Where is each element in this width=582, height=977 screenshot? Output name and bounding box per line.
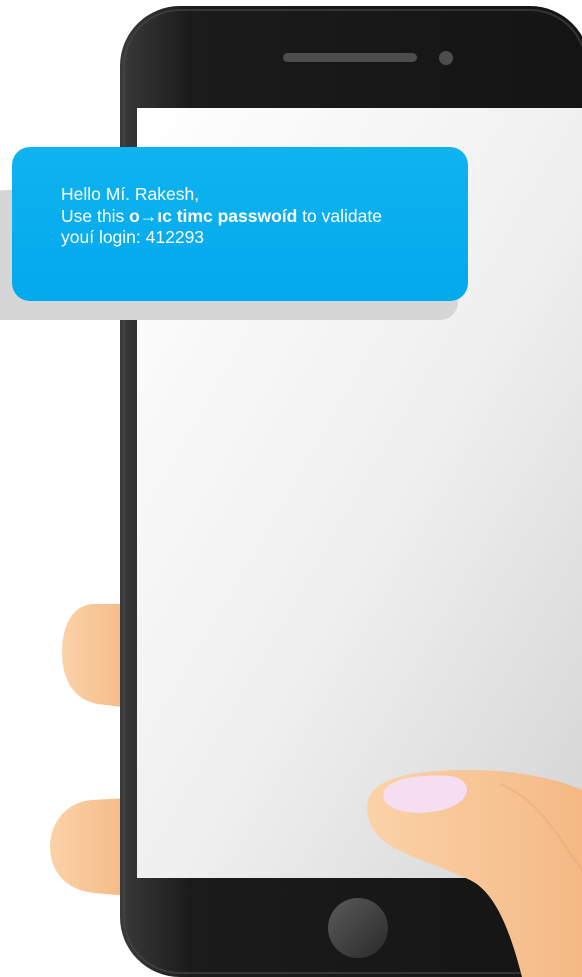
message-otp-code-line: youí login: 412293 [61, 227, 205, 247]
message-line-2-suffix: to validate [297, 205, 382, 226]
home-button-icon [328, 898, 388, 958]
message-line-2-prefix: Use this [61, 205, 130, 226]
front-camera-icon [439, 51, 453, 65]
upper-left-finger [62, 604, 130, 708]
message-otp-label: o→ıc timc passwoíd [129, 205, 298, 226]
sms-message-bubble: Hello Mí. Rakesh, Use this o→ıc timc pas… [12, 147, 468, 301]
speaker-grille-icon [283, 53, 417, 62]
message-line-2: Use this o→ıc timc passwoíd to validate [61, 206, 448, 228]
message-greeting: Hello Mí. Rakesh, [61, 184, 200, 204]
lower-left-finger [50, 798, 130, 896]
illustration-stage: Hello Mí. Rakesh, Use this o→ıc timc pas… [0, 0, 582, 977]
